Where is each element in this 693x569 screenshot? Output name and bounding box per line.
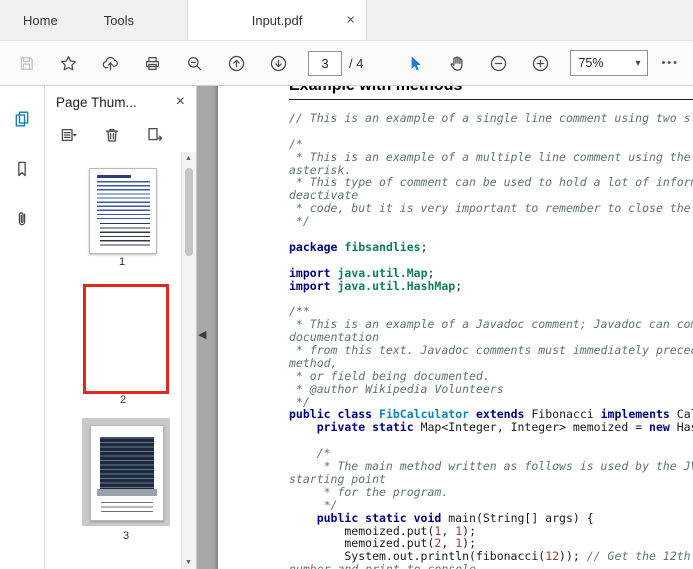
thumbnail-3-label: 3 xyxy=(122,530,130,542)
chevron-down-icon: ▾ xyxy=(635,57,641,69)
extract-page-button[interactable] xyxy=(140,122,170,148)
scroll-down-icon[interactable]: ▼ xyxy=(182,559,195,566)
thumbnail-list: 1 2 3 ▲ ▼ xyxy=(45,152,196,569)
page-navigation: / 4 xyxy=(308,50,364,76)
code-line: * code, but it is very important to reme… xyxy=(295,201,691,216)
zoom-level-dropdown[interactable]: 75% ▾ xyxy=(570,50,649,76)
zoom-out-button[interactable] xyxy=(482,48,515,78)
minus-circle-icon xyxy=(491,55,507,71)
code-block: // This is an example of a single line c… xyxy=(289,112,693,569)
tab-tools[interactable]: Tools xyxy=(81,0,157,40)
trash-icon xyxy=(105,128,119,142)
attachments-button[interactable] xyxy=(8,206,36,232)
main-area: Page Thum... × 1 2 3 ▲ ▼ ◀ // This is an… xyxy=(0,86,693,569)
plus-circle-icon xyxy=(533,55,549,71)
paperclip-icon xyxy=(18,212,26,226)
code-line: package fibsandlies; xyxy=(289,239,428,254)
view-tools xyxy=(398,48,557,78)
document-tab[interactable]: Input.pdf × xyxy=(187,0,368,40)
thumbnail-3-content xyxy=(101,502,153,514)
page-up-button[interactable] xyxy=(220,48,253,78)
magnifier-icon xyxy=(187,56,202,70)
code-line: number and print to console xyxy=(289,563,693,569)
thumbnail-1-content xyxy=(97,175,131,178)
save-icon xyxy=(20,56,33,70)
print-button[interactable] xyxy=(136,48,169,78)
hand-icon xyxy=(451,55,463,71)
pdf-page: Example with methods // This is an examp… xyxy=(218,86,693,569)
tab-bar: Home Tools Input.pdf × xyxy=(0,0,693,41)
extract-page-icon xyxy=(148,127,163,141)
navigation-icon-strip xyxy=(0,86,45,569)
arrow-up-circle-icon xyxy=(228,55,245,71)
code-line: * from this text. Javadoc comments must … xyxy=(295,343,693,358)
select-tool-button[interactable] xyxy=(398,48,431,78)
page-number-input[interactable] xyxy=(308,50,342,76)
code-line: */ xyxy=(289,214,310,229)
scroll-up-icon[interactable]: ▲ xyxy=(182,155,195,162)
tab-home[interactable]: Home xyxy=(0,0,81,40)
panel-toolbar xyxy=(45,118,196,152)
thumbnail-page-1[interactable] xyxy=(89,168,157,254)
zoom-level-value: 75% xyxy=(578,56,604,70)
code-line: * for the program. xyxy=(289,484,449,499)
main-toolbar: / 4 xyxy=(0,41,693,86)
scrollbar-thumb[interactable] xyxy=(184,168,193,256)
thumbnail-options-button[interactable] xyxy=(54,122,84,148)
thumbnail-page-3[interactable] xyxy=(90,425,164,521)
acrobat-window: Home Tools Input.pdf × 3 / 4 75% ▾ ••• P… xyxy=(0,0,693,569)
code-line: // This is an example of a single line c… xyxy=(289,111,693,125)
bookmarks-button[interactable] xyxy=(8,156,36,182)
document-tab-label: Input.pdf xyxy=(251,12,303,28)
page-heading: Example with methods xyxy=(289,86,693,100)
thumbnail-page-2-selected[interactable] xyxy=(83,284,169,394)
document-canvas[interactable]: Example with methods // This is an examp… xyxy=(197,86,693,569)
thumbnail-1-content xyxy=(97,181,150,219)
panel-title: Page Thum... xyxy=(56,94,137,110)
cursor-icon xyxy=(412,55,422,70)
printer-icon xyxy=(145,56,160,70)
thumbnail-3-image xyxy=(97,433,157,497)
page-thumbnails-button[interactable] xyxy=(8,106,36,132)
star-button[interactable] xyxy=(52,48,85,78)
hand-tool-button[interactable] xyxy=(440,48,473,78)
arrow-down-circle-icon xyxy=(270,55,287,71)
save-button[interactable] xyxy=(10,48,43,78)
options-menu-icon xyxy=(61,128,77,142)
bookmark-icon xyxy=(18,161,26,177)
code-line: import java.util.HashMap; xyxy=(289,278,463,293)
close-icon[interactable]: × xyxy=(176,94,185,110)
zoom-in-button[interactable] xyxy=(524,48,557,78)
code-line: * @author Wikipedia Volunteers xyxy=(289,381,504,396)
collapse-panel-button[interactable]: ◀ xyxy=(198,328,206,341)
thumbnail-3-image xyxy=(97,489,157,496)
page-thumbnails-panel: Page Thum... × 1 2 3 ▲ ▼ xyxy=(45,86,197,569)
more-tools-button[interactable]: ••• xyxy=(661,57,679,69)
search-button[interactable] xyxy=(178,48,211,78)
close-icon[interactable]: × xyxy=(346,13,355,28)
panel-header: Page Thum... × xyxy=(45,86,196,118)
page-down-button[interactable] xyxy=(262,48,295,78)
star-icon xyxy=(61,55,76,70)
thumbnail-2-label: 2 xyxy=(119,394,127,406)
cloud-upload-icon xyxy=(102,56,118,70)
share-button[interactable] xyxy=(94,48,127,78)
pages-icon xyxy=(15,111,29,127)
delete-pages-button[interactable] xyxy=(97,122,127,148)
panel-scrollbar[interactable]: ▲ ▼ xyxy=(181,152,196,569)
code-line: private static Map<Integer, Integer> mem… xyxy=(316,420,693,435)
thumbnail-1-content xyxy=(100,223,150,247)
page-total-label: / 4 xyxy=(349,55,364,71)
thumbnail-1-label: 1 xyxy=(118,256,126,268)
